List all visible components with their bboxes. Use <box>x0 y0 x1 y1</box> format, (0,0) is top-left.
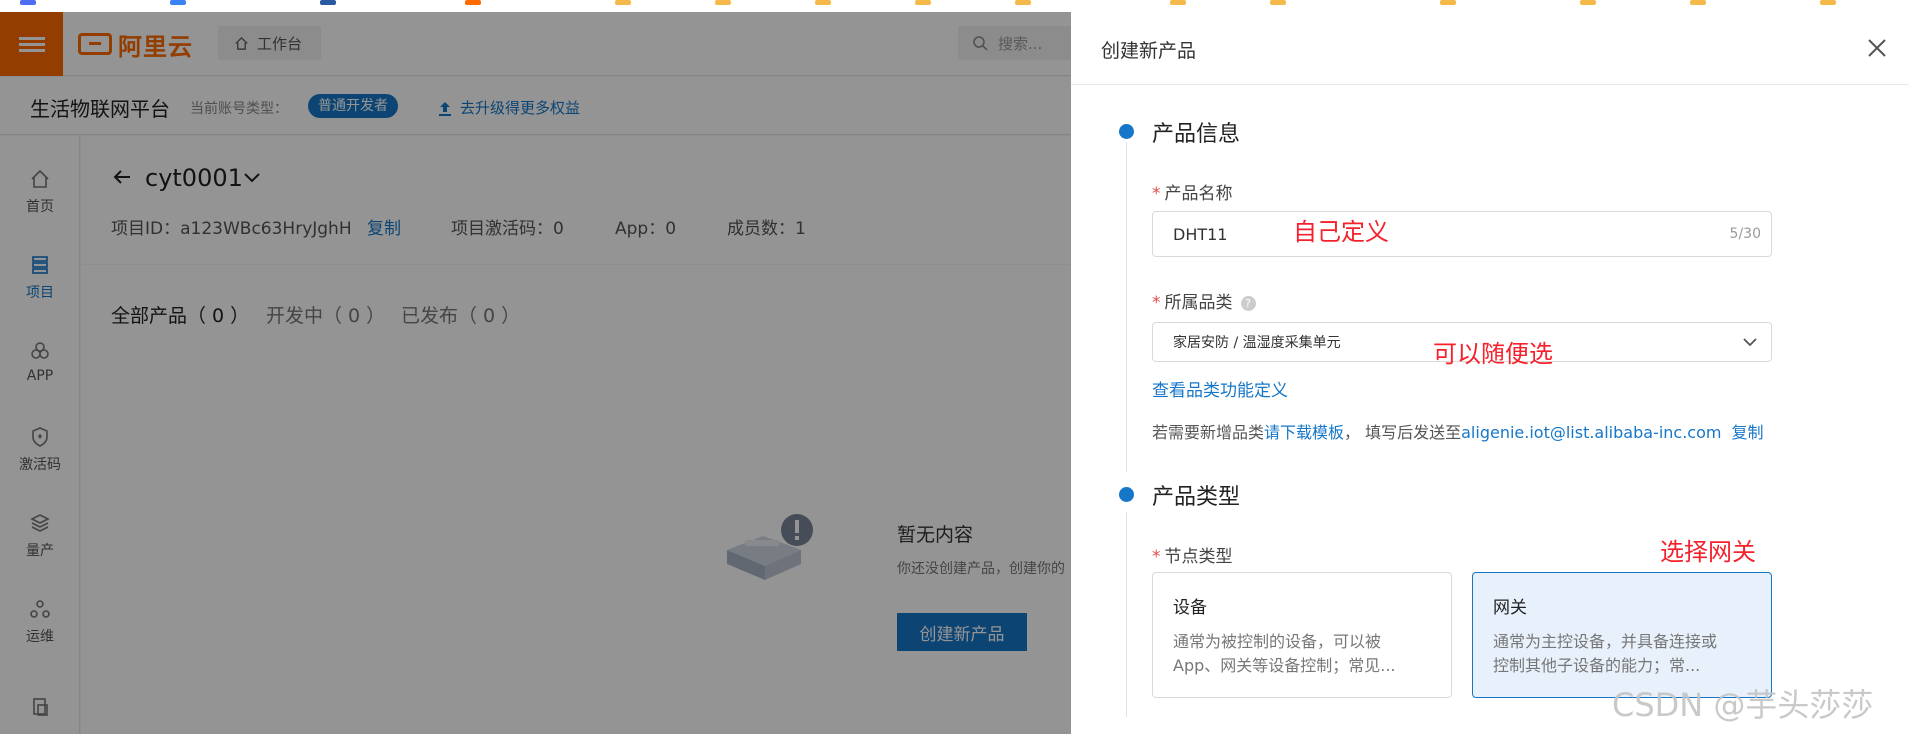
create-product-drawer: 创建新产品 产品信息 * 产品名称 DHT11 5/30 * 所属品类? 家居安防 … <box>1071 12 1909 734</box>
annotation-gateway-note: 选择网关 <box>1660 538 1756 566</box>
modal-mask[interactable] <box>0 12 1071 734</box>
annotation-category-note: 可以随便选 <box>1433 340 1553 368</box>
category-label-text: 所属品类 <box>1164 293 1233 313</box>
product-name-value: DHT11 <box>1173 224 1228 244</box>
category-selected-value: 家居安防 / 温湿度采集单元 <box>1173 335 1341 351</box>
watermark: CSDN @芋头莎莎 <box>1612 686 1874 724</box>
new-category-notice: 若需要新增品类请下载模板， 填写后发送至aligenie.iot@list.al… <box>1152 419 1763 443</box>
product-name-input[interactable]: DHT11 5/30 <box>1152 211 1772 257</box>
product-name-char-count: 5/30 <box>1729 226 1761 242</box>
product-name-label: * 产品名称 <box>1152 179 1233 204</box>
close-icon[interactable] <box>1865 36 1889 60</box>
category-definition-link[interactable]: 查看品类功能定义 <box>1152 376 1288 401</box>
node-type-card-device[interactable]: 设备 通常为被控制的设备，可以被 App、网关等设备控制；常见... <box>1152 572 1452 698</box>
chevron-down-icon <box>1743 338 1757 347</box>
drawer-title: 创建新产品 <box>1101 40 1197 62</box>
card-desc-line1: 通常为被控制的设备，可以被 <box>1173 632 1382 651</box>
notice-prefix: 若需要新增品类 <box>1152 423 1265 442</box>
step-dot <box>1119 487 1134 502</box>
required-mark-icon: * <box>1152 184 1161 204</box>
card-desc-line2: App、网关等设备控制；常见... <box>1173 656 1396 675</box>
card-desc-line2: 控制其他子设备的能力；常... <box>1493 656 1701 675</box>
required-mark-icon: * <box>1152 293 1161 313</box>
product-name-label-text: 产品名称 <box>1164 184 1233 204</box>
card-title: 网关 <box>1493 598 1527 618</box>
step-line <box>1126 142 1127 472</box>
section-product-info: 产品信息 <box>1152 122 1241 147</box>
step-line <box>1126 512 1127 717</box>
node-type-label-text: 节点类型 <box>1164 547 1233 567</box>
section-product-type: 产品类型 <box>1152 485 1241 510</box>
email-link[interactable]: aligenie.iot@list.alibaba-inc.com <box>1461 423 1721 442</box>
card-desc-line1: 通常为主控设备，并具备连接或 <box>1493 632 1718 651</box>
required-mark-icon: * <box>1152 547 1161 567</box>
annotation-name-note: 自己定义 <box>1293 218 1389 246</box>
node-type-label: * 节点类型 <box>1152 542 1233 567</box>
drawer-divider <box>1071 84 1909 85</box>
card-title: 设备 <box>1173 598 1207 618</box>
bookmark-strip <box>0 0 1909 12</box>
download-template-link[interactable]: 请下载模板 <box>1264 423 1344 442</box>
question-help-icon[interactable]: ? <box>1240 295 1256 311</box>
category-label: * 所属品类? <box>1152 288 1256 313</box>
copy-email-link[interactable]: 复制 <box>1731 423 1763 442</box>
notice-mid: ， 填写后发送至 <box>1344 423 1462 442</box>
step-dot <box>1119 124 1134 139</box>
